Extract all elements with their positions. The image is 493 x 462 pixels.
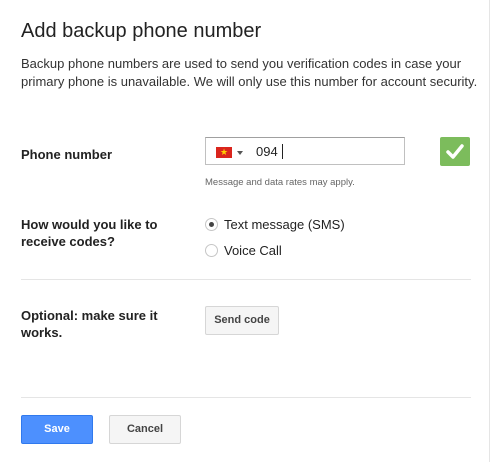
country-dropdown-caret-icon[interactable] [237, 151, 243, 155]
section-divider [21, 279, 471, 280]
dialog-title: Add backup phone number [21, 20, 262, 42]
radio-voice[interactable] [205, 244, 218, 257]
dialog-edge [489, 0, 490, 462]
dialog-description: Backup phone numbers are used to send yo… [21, 56, 478, 89]
checkmark-icon [440, 137, 470, 166]
radio-sms[interactable] [205, 218, 218, 231]
phone-number-label: Phone number [21, 147, 113, 162]
text-cursor [282, 144, 283, 159]
test-code-label: Optional: make sure it works. [21, 308, 158, 340]
vietnam-flag-icon[interactable]: ★ [216, 147, 232, 158]
cancel-button[interactable]: Cancel [109, 415, 181, 444]
footer-divider [21, 397, 471, 398]
radio-sms-label[interactable]: Text message (SMS) [224, 217, 345, 233]
phone-number-input[interactable]: ★ 094 [205, 137, 405, 165]
radio-voice-label[interactable]: Voice Call [224, 243, 282, 259]
send-code-button[interactable]: Send code [205, 306, 279, 335]
save-button[interactable]: Save [21, 415, 93, 444]
phone-helper-text: Message and data rates may apply. [205, 177, 355, 188]
phone-number-value: 094 [256, 144, 278, 159]
delivery-method-label: How would you like to receive codes? [21, 217, 158, 249]
